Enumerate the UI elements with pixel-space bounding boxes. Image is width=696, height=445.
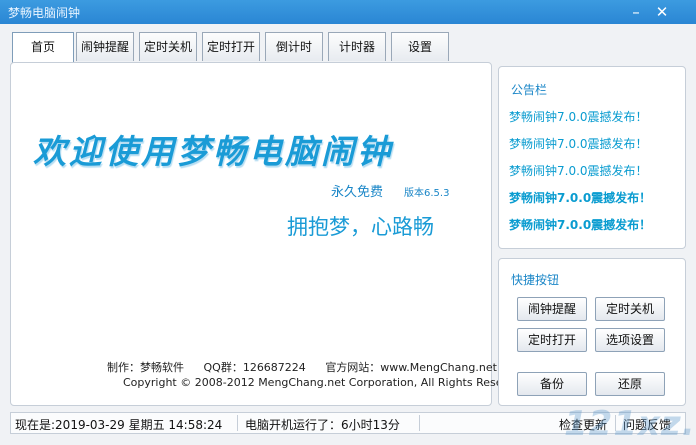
tab-alarm[interactable]: 闹钟提醒 xyxy=(76,32,134,61)
notice-item[interactable]: 梦畅闹钟7.0.0震撼发布！ xyxy=(509,108,648,125)
minimize-button[interactable]: – xyxy=(626,2,646,22)
slogan: 拥抱梦，心路畅 xyxy=(287,215,434,239)
tab-settings[interactable]: 设置 xyxy=(391,32,449,61)
notice-title: 公告栏 xyxy=(511,83,548,97)
notice-board: 公告栏 梦畅闹钟7.0.0震撼发布！ 梦畅闹钟7.0.0震撼发布！ 梦畅闹钟7.… xyxy=(498,66,686,249)
uptime: 电脑开机运行了：6小时13分 xyxy=(245,418,400,432)
version-label: 版本6.5.3 xyxy=(404,188,450,199)
close-button[interactable]: ✕ xyxy=(652,2,672,22)
copyright: Copyright © 2008-2012 MengChang.net Corp… xyxy=(123,376,528,389)
author-label: 制作：梦畅软件 xyxy=(107,361,184,374)
tab-timer[interactable]: 计时器 xyxy=(328,32,386,61)
notice-item[interactable]: 梦畅闹钟7.0.0震撼发布！ xyxy=(509,189,651,206)
home-panel: 欢迎使用梦畅电脑闹钟 永久免费 版本6.5.3 拥抱梦，心路畅 制作：梦畅软件 … xyxy=(10,62,527,406)
notice-item[interactable]: 梦畅闹钟7.0.0震撼发布！ xyxy=(509,216,651,233)
notice-item[interactable]: 梦畅闹钟7.0.0震撼发布！ xyxy=(509,135,648,152)
watermark: 121xz.com xyxy=(564,404,696,444)
quick-open-button[interactable]: 定时打开 xyxy=(517,328,587,352)
window-title: 梦畅电脑闹钟 xyxy=(8,6,81,20)
status-divider xyxy=(237,415,238,431)
quick-options-button[interactable]: 选项设置 xyxy=(595,328,665,352)
qq-group-label: QQ群：126687224 xyxy=(203,361,306,374)
title-bar: 梦畅电脑闹钟 – ✕ xyxy=(0,0,696,24)
tab-open[interactable]: 定时打开 xyxy=(202,32,260,61)
quick-title: 快捷按钮 xyxy=(511,273,560,287)
quick-buttons-panel: 快捷按钮 闹钟提醒 定时关机 定时打开 选项设置 备份 还原 xyxy=(498,258,686,406)
current-time: 现在是:2019-03-29 星期五 14:58:24 xyxy=(15,418,223,432)
notice-item[interactable]: 梦畅闹钟7.0.0震撼发布！ xyxy=(509,162,648,179)
tab-shutdown[interactable]: 定时关机 xyxy=(139,32,197,61)
backup-button[interactable]: 备份 xyxy=(517,372,587,396)
quick-alarm-button[interactable]: 闹钟提醒 xyxy=(517,297,587,321)
tab-home[interactable]: 首页 xyxy=(12,32,74,63)
status-divider xyxy=(419,415,420,431)
free-label: 永久免费 xyxy=(331,185,384,200)
credits-line: 制作：梦畅软件 QQ群：126687224 官方网站：www.MengChang… xyxy=(107,359,513,375)
website-link[interactable]: 官方网站：www.MengChang.net xyxy=(325,361,497,374)
quick-shutdown-button[interactable]: 定时关机 xyxy=(595,297,665,321)
restore-button[interactable]: 还原 xyxy=(595,372,665,396)
tab-countdown[interactable]: 倒计时 xyxy=(265,32,323,61)
welcome-headline: 欢迎使用梦畅电脑闹钟 xyxy=(33,132,393,171)
